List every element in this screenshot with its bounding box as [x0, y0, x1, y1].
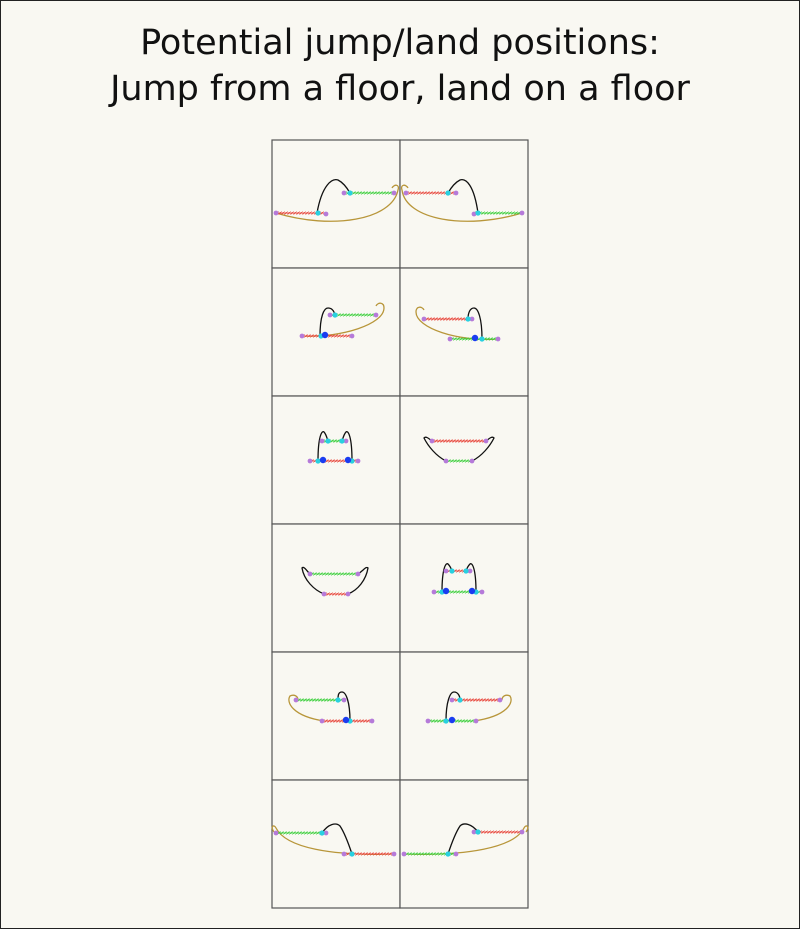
surface-endpoint	[425, 718, 431, 724]
surface-endpoint	[299, 333, 305, 339]
surface-endpoint	[355, 571, 361, 577]
surface-endpoint	[443, 568, 449, 574]
cell-border	[399, 651, 529, 781]
surface-endpoint	[319, 438, 325, 444]
position-marker	[463, 568, 469, 574]
jump-point-marker	[342, 716, 350, 724]
cell-r4-c2	[399, 523, 529, 653]
cell-border	[271, 139, 401, 269]
surface-endpoint	[391, 851, 397, 857]
surface-endpoint	[341, 190, 347, 196]
jump-point-marker	[468, 587, 476, 595]
surface-endpoint	[391, 190, 397, 196]
cell-r1-c2	[399, 139, 529, 269]
surface-endpoint	[369, 718, 375, 724]
surface-endpoint	[443, 458, 449, 464]
surface-endpoint	[431, 589, 437, 595]
position-marker	[335, 697, 341, 703]
surface-endpoint	[403, 190, 409, 196]
jump-point-marker	[321, 331, 329, 339]
surface-endpoint	[479, 589, 485, 595]
position-marker	[445, 190, 451, 196]
surface-endpoint	[327, 312, 333, 318]
cell-border	[399, 779, 529, 909]
cell-r1-c1	[271, 139, 401, 269]
surface-endpoint	[319, 718, 325, 724]
surface-endpoint	[307, 571, 313, 577]
position-marker	[325, 438, 331, 444]
surface-endpoint	[519, 210, 525, 216]
jump-point-marker	[471, 334, 479, 342]
surface-endpoint	[293, 697, 299, 703]
surface-endpoint	[321, 591, 327, 597]
surface-endpoint	[323, 211, 329, 217]
surface-endpoint	[421, 316, 427, 322]
surface-endpoint	[453, 851, 459, 857]
cell-r6-c2	[399, 779, 529, 909]
jump-point-marker	[344, 456, 352, 464]
surface-endpoint	[449, 697, 455, 703]
cell-r6-c1	[271, 779, 401, 909]
cell-border	[399, 139, 529, 269]
cell-border	[271, 651, 401, 781]
cell-r3-c1	[271, 395, 401, 525]
surface-endpoint	[497, 697, 503, 703]
cell-border	[399, 523, 529, 653]
cell-r2-c2	[399, 267, 529, 397]
surface-endpoint	[429, 438, 435, 444]
surface-endpoint	[447, 336, 453, 342]
position-marker	[465, 316, 471, 322]
position-marker	[315, 458, 321, 464]
surface-endpoint	[341, 697, 347, 703]
position-marker	[475, 210, 481, 216]
position-marker	[457, 697, 463, 703]
cell-r5-c1	[271, 651, 401, 781]
cell-border	[271, 267, 401, 397]
position-marker	[475, 829, 481, 835]
surface-endpoint	[483, 438, 489, 444]
surface-endpoint	[495, 336, 501, 342]
cell-border	[271, 523, 401, 653]
position-marker	[479, 336, 485, 342]
surface-endpoint	[349, 333, 355, 339]
position-marker	[347, 190, 353, 196]
cell-border	[399, 267, 529, 397]
surface-endpoint	[401, 851, 407, 857]
surface-endpoint	[373, 312, 379, 318]
surface-endpoint	[473, 718, 479, 724]
position-marker	[445, 851, 451, 857]
jump-point-marker	[319, 456, 327, 464]
position-marker	[332, 312, 338, 318]
cell-border	[271, 779, 401, 909]
position-marker	[339, 438, 345, 444]
cell-r4-c1	[271, 523, 401, 653]
surface-endpoint	[345, 591, 351, 597]
jump-point-marker	[442, 587, 450, 595]
cell-r5-c2	[399, 651, 529, 781]
surface-endpoint	[355, 458, 361, 464]
surface-endpoint	[273, 830, 279, 836]
position-marker	[349, 851, 355, 857]
position-marker	[315, 210, 321, 216]
surface-endpoint	[273, 210, 279, 216]
jump-point-marker	[448, 716, 456, 724]
jump-land-grid	[271, 139, 529, 909]
surface-endpoint	[453, 190, 459, 196]
cell-r2-c1	[271, 267, 401, 397]
surface-endpoint	[469, 458, 475, 464]
surface-endpoint	[307, 458, 313, 464]
position-marker	[449, 568, 455, 574]
position-marker	[443, 718, 449, 724]
position-marker	[319, 830, 325, 836]
surface-endpoint	[519, 829, 525, 835]
cell-r3-c2	[399, 395, 529, 525]
surface-endpoint	[341, 851, 347, 857]
